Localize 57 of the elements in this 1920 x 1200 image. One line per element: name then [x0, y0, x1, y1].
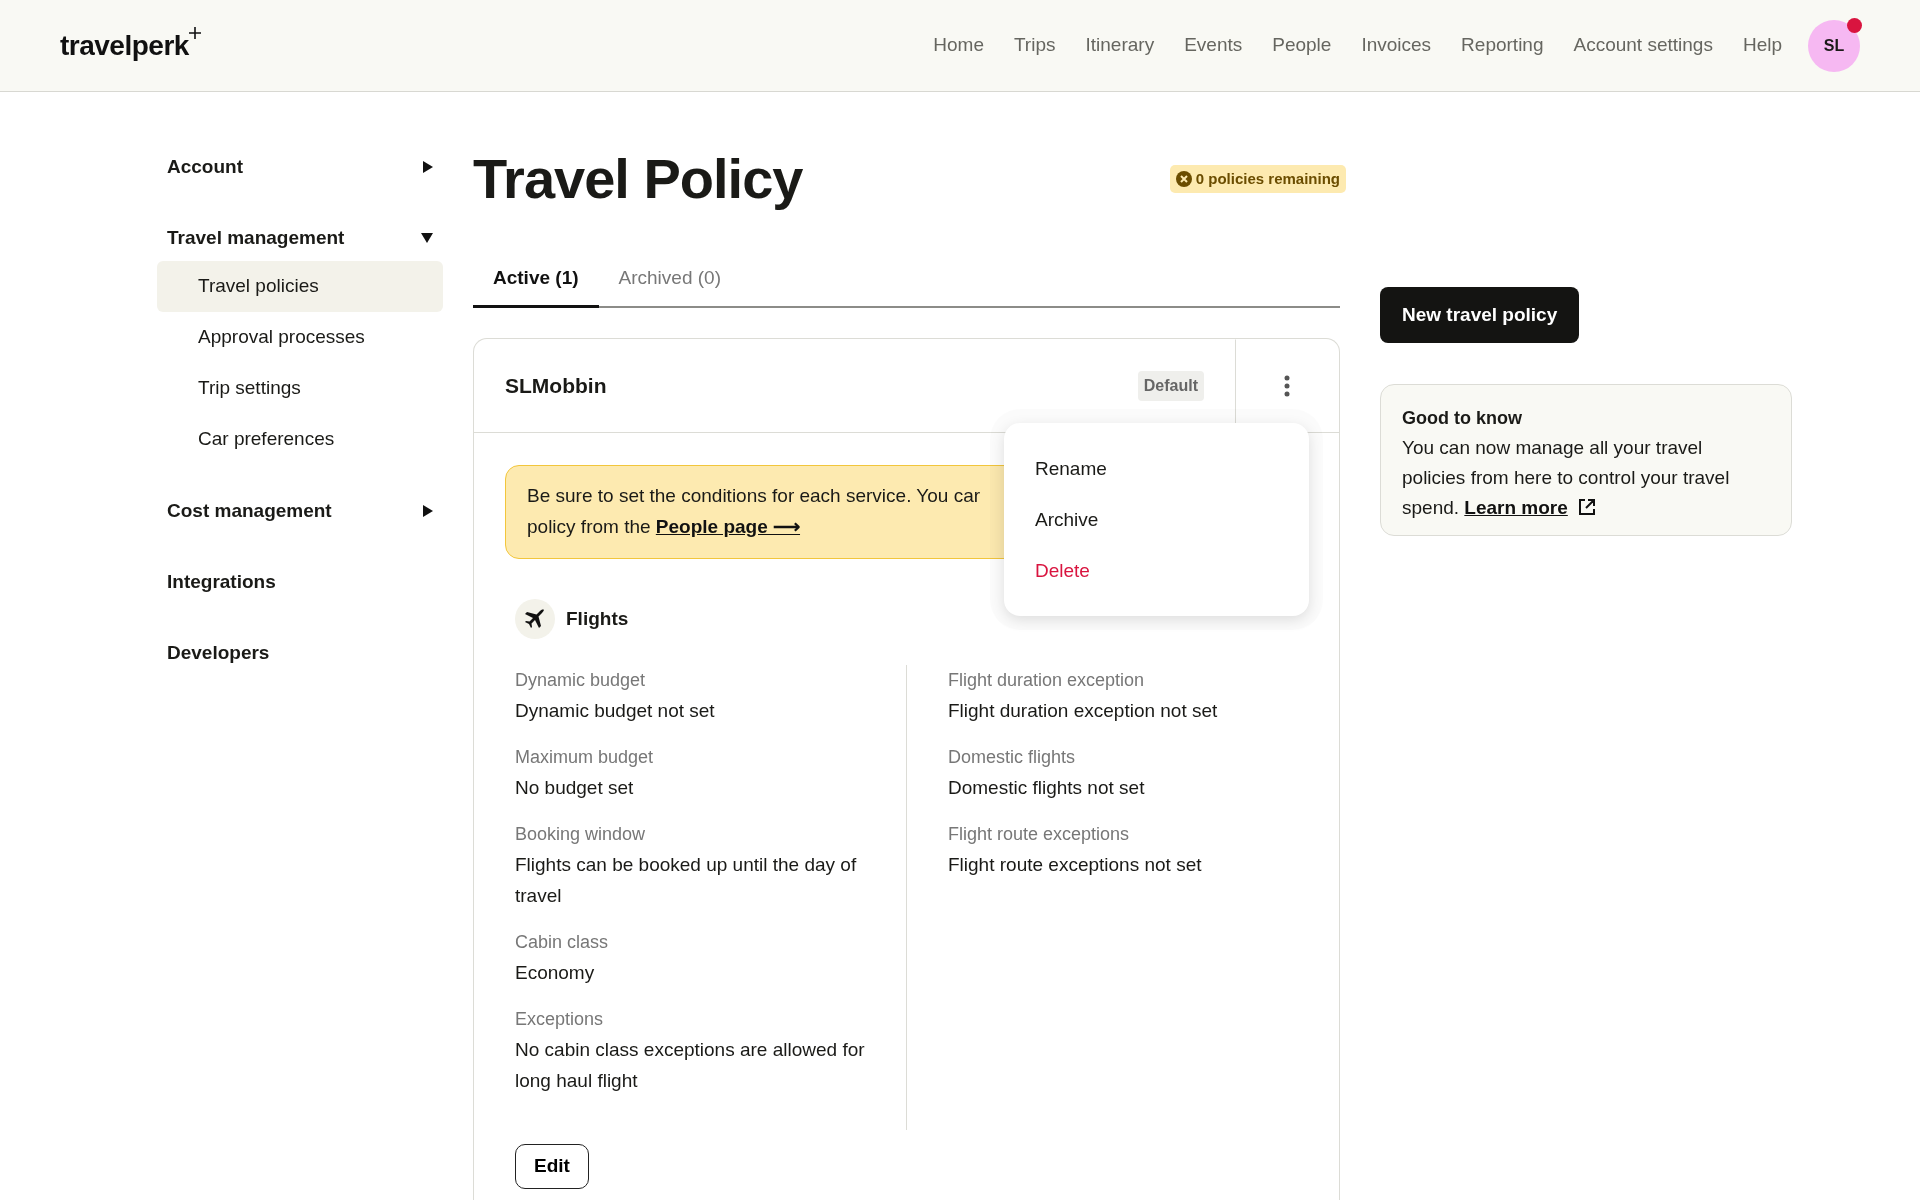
- info-text: You can now manage all your travel policies from here to control your travel spend. Learn more: [1402, 436, 1731, 520]
- field-label: Domestic flights: [948, 746, 1077, 770]
- nav-link-item[interactable]: Reporting: [1461, 31, 1544, 60]
- default-badge: Default: [1137, 370, 1204, 401]
- field-label: Flight duration exception: [948, 669, 1146, 693]
- learn-more-link[interactable]: Learn more: [1464, 497, 1568, 518]
- avatar[interactable]: SL: [1808, 19, 1860, 72]
- nav-link-item[interactable]: Home: [933, 31, 984, 60]
- field-value: Flight route exceptions not set: [948, 853, 1203, 878]
- nav-link-item[interactable]: Help: [1742, 31, 1782, 60]
- edit-button[interactable]: Edit: [515, 1144, 589, 1189]
- service-title: Flights: [566, 606, 629, 631]
- plus-icon: [188, 26, 201, 39]
- tab[interactable]: Active (1): [473, 253, 599, 309]
- field-value: No cabin class exceptions are allowed for long haul flight: [515, 1038, 866, 1094]
- external-link-icon: [1577, 497, 1598, 517]
- field-value: Flight duration exception not set: [948, 699, 1218, 724]
- people-page-link[interactable]: People page ⟶: [655, 516, 801, 538]
- info-title: Good to know: [1402, 407, 1523, 430]
- field-value: Domestic flights not set: [948, 776, 1146, 801]
- field-label: Exceptions: [515, 1008, 605, 1032]
- sidebar-subitem[interactable]: Approval processes: [157, 312, 443, 363]
- menu-item[interactable]: Delete: [1004, 545, 1309, 597]
- tab[interactable]: Archived (0): [598, 253, 741, 309]
- sidebar-item[interactable]: Cost management: [157, 492, 443, 530]
- nav-link-item[interactable]: Invoices: [1361, 31, 1432, 60]
- nav-link-item[interactable]: Itinerary: [1085, 31, 1155, 60]
- page-title: Travel Policy: [473, 148, 803, 210]
- field-value: Dynamic budget not set: [515, 699, 716, 724]
- field-label: Maximum budget: [515, 746, 655, 770]
- field-value: Economy: [515, 961, 596, 986]
- sidebar-item[interactable]: Travel management: [157, 219, 443, 257]
- field-label: Booking window: [515, 823, 647, 847]
- field-value: Flights can be booked up until the day of travel: [515, 853, 858, 909]
- sidebar-item[interactable]: Developers: [157, 634, 443, 672]
- menu-item[interactable]: Archive: [1004, 494, 1309, 546]
- field-value: No budget set: [515, 776, 635, 801]
- nav-link-item[interactable]: Events: [1184, 31, 1243, 60]
- sidebar-subitem[interactable]: Travel policies: [157, 261, 443, 312]
- kebab-icon: [1284, 374, 1290, 397]
- field-label: Dynamic budget: [515, 669, 647, 693]
- nav-link-item[interactable]: Trips: [1013, 31, 1056, 60]
- policy-name: SLMobbin: [504, 372, 608, 399]
- remaining-badge: 0 policies remaining: [1169, 164, 1346, 194]
- field-label: Flight route exceptions: [948, 823, 1131, 847]
- airplane-icon: [515, 599, 555, 640]
- sidebar-item[interactable]: Integrations: [157, 563, 443, 601]
- menu-item[interactable]: Rename: [1004, 443, 1309, 495]
- nav-link-item[interactable]: Account settings: [1573, 31, 1713, 60]
- sidebar-subitem[interactable]: Trip settings: [157, 363, 443, 414]
- sidebar-item[interactable]: Account: [157, 148, 443, 186]
- nav-link-item[interactable]: People: [1272, 31, 1332, 60]
- close-circle-icon: [1175, 170, 1192, 187]
- new-policy-button[interactable]: New travel policy: [1380, 287, 1580, 343]
- field-label: Cabin class: [515, 931, 610, 955]
- logo[interactable]: travelperk: [60, 24, 189, 67]
- sidebar-subitem[interactable]: Car preferences: [157, 414, 443, 465]
